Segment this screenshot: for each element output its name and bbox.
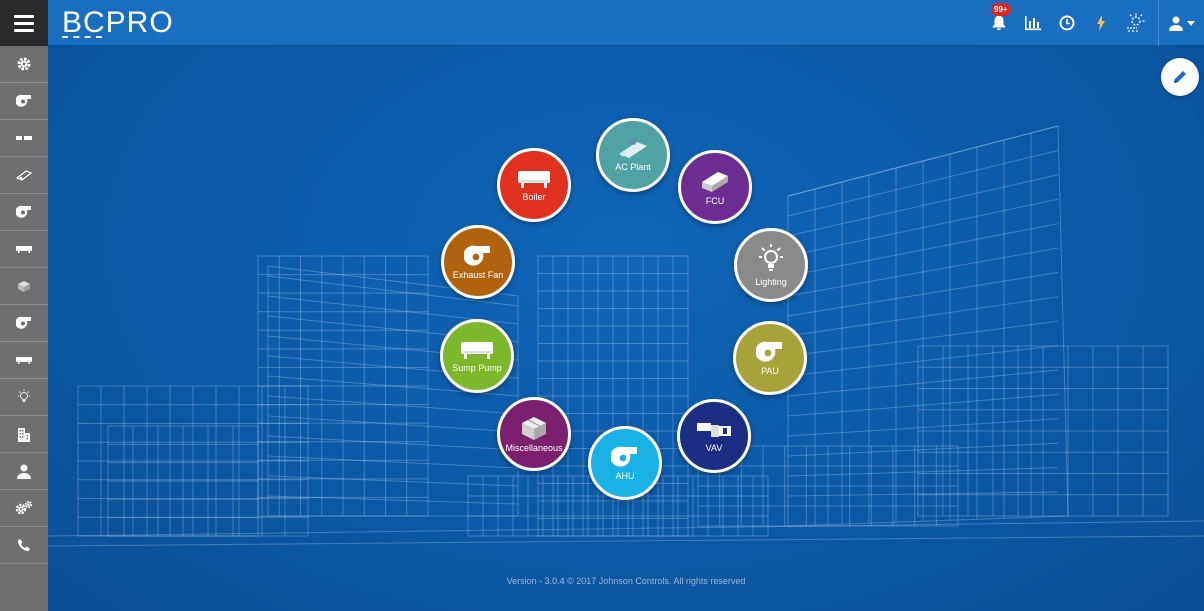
hamburger-icon (14, 14, 34, 18)
weather-button[interactable] (1121, 9, 1149, 37)
category-label: Lighting (755, 277, 787, 287)
category-label: AC Plant (615, 162, 651, 172)
category-label: Boiler (522, 192, 546, 202)
notifications-button[interactable]: 99+ (985, 3, 1013, 37)
fan-icon (611, 445, 639, 469)
sidebar (0, 46, 48, 611)
category-lighting-button[interactable]: Lighting (734, 228, 808, 302)
sidebar-item-configuration[interactable] (0, 490, 48, 527)
cube-icon (18, 281, 30, 292)
user-icon (17, 464, 31, 479)
gear-icon (17, 57, 31, 71)
fan-icon (16, 205, 31, 218)
fan-icon (16, 94, 31, 107)
sidebar-item-settings[interactable] (0, 46, 48, 83)
sidebar-item-misc[interactable] (0, 268, 48, 305)
category-miscellaneous-button[interactable]: Miscellaneous (497, 397, 571, 471)
sidebar-item-fan[interactable] (0, 83, 48, 120)
cube-icon (519, 415, 549, 441)
category-label: Exhaust Fan (452, 270, 504, 280)
fan-icon (756, 340, 784, 364)
ac-plant-icon (16, 170, 32, 181)
fcu-icon (16, 136, 32, 140)
category-ac-plant-button[interactable]: AC Plant (596, 118, 670, 192)
sidebar-item-contact[interactable] (0, 527, 48, 564)
user-menu-button[interactable] (1158, 0, 1204, 46)
edit-button[interactable] (1161, 58, 1199, 96)
sidebar-item-building[interactable] (0, 416, 48, 453)
bar-chart-icon (1025, 16, 1041, 31)
fcu-icon (698, 168, 732, 194)
category-ahu-button[interactable]: AHU (588, 426, 662, 500)
boiler-icon (16, 357, 32, 364)
category-label: Miscellaneous (505, 443, 563, 453)
boiler-icon (16, 246, 32, 253)
category-label: VAV (705, 443, 723, 453)
building-icon (18, 427, 30, 442)
phone-icon (18, 539, 30, 551)
caret-down-icon (1186, 20, 1195, 26)
dashboard-main: AC Plant FCU Lighting PAU VAV AHU Miscellaneou… (48, 46, 1204, 611)
boiler-icon (459, 339, 495, 361)
weather-icon (1127, 13, 1145, 32)
bolt-icon (1097, 15, 1105, 31)
category-label: FCU (705, 196, 725, 206)
app-logo: BCPRO (62, 6, 174, 40)
clock-icon (1059, 15, 1075, 31)
pencil-icon (1174, 71, 1186, 83)
sidebar-item-boiler[interactable] (0, 231, 48, 268)
sidebar-item-lighting[interactable] (0, 379, 48, 416)
ac-plant-icon (616, 138, 650, 160)
bulb-icon (18, 389, 30, 402)
sidebar-item-boiler-2[interactable] (0, 342, 48, 379)
sidebar-item-ac-plant[interactable] (0, 157, 48, 194)
schedule-button[interactable] (1053, 9, 1081, 37)
sidebar-item-fcu[interactable] (0, 120, 48, 157)
sidebar-item-fan-2[interactable] (0, 194, 48, 231)
sidebar-item-users[interactable] (0, 453, 48, 490)
category-label: Sump Pump (452, 363, 502, 373)
notification-badge: 99+ (991, 3, 1011, 16)
category-vav-button[interactable]: VAV (677, 399, 751, 473)
bell-icon (992, 15, 1006, 31)
category-sump-pump-button[interactable]: Sump Pump (440, 319, 514, 393)
category-label: PAU (761, 366, 779, 376)
category-label: AHU (615, 471, 635, 481)
gears-icon (15, 500, 33, 515)
sidebar-item-fan-3[interactable] (0, 305, 48, 342)
category-pau-button[interactable]: PAU (733, 321, 807, 395)
vav-icon (695, 419, 733, 441)
category-fcu-button[interactable]: FCU (678, 150, 752, 224)
top-bar: BCPRO 99+ (0, 0, 1204, 46)
reports-button[interactable] (1019, 9, 1047, 37)
menu-toggle-button[interactable] (0, 0, 48, 46)
bulb-icon (756, 243, 786, 275)
version-footer: Version - 3.0.4 © 2017 Johnson Controls.… (506, 576, 746, 586)
category-exhaust-fan-button[interactable]: Exhaust Fan (441, 225, 515, 299)
fan-icon (464, 244, 492, 268)
boiler-icon (516, 168, 552, 190)
user-icon (1168, 16, 1183, 31)
top-icon-group: 99+ (982, 0, 1204, 46)
energy-button[interactable] (1087, 9, 1115, 37)
fan-icon (16, 316, 31, 329)
category-boiler-button[interactable]: Boiler (497, 148, 571, 222)
